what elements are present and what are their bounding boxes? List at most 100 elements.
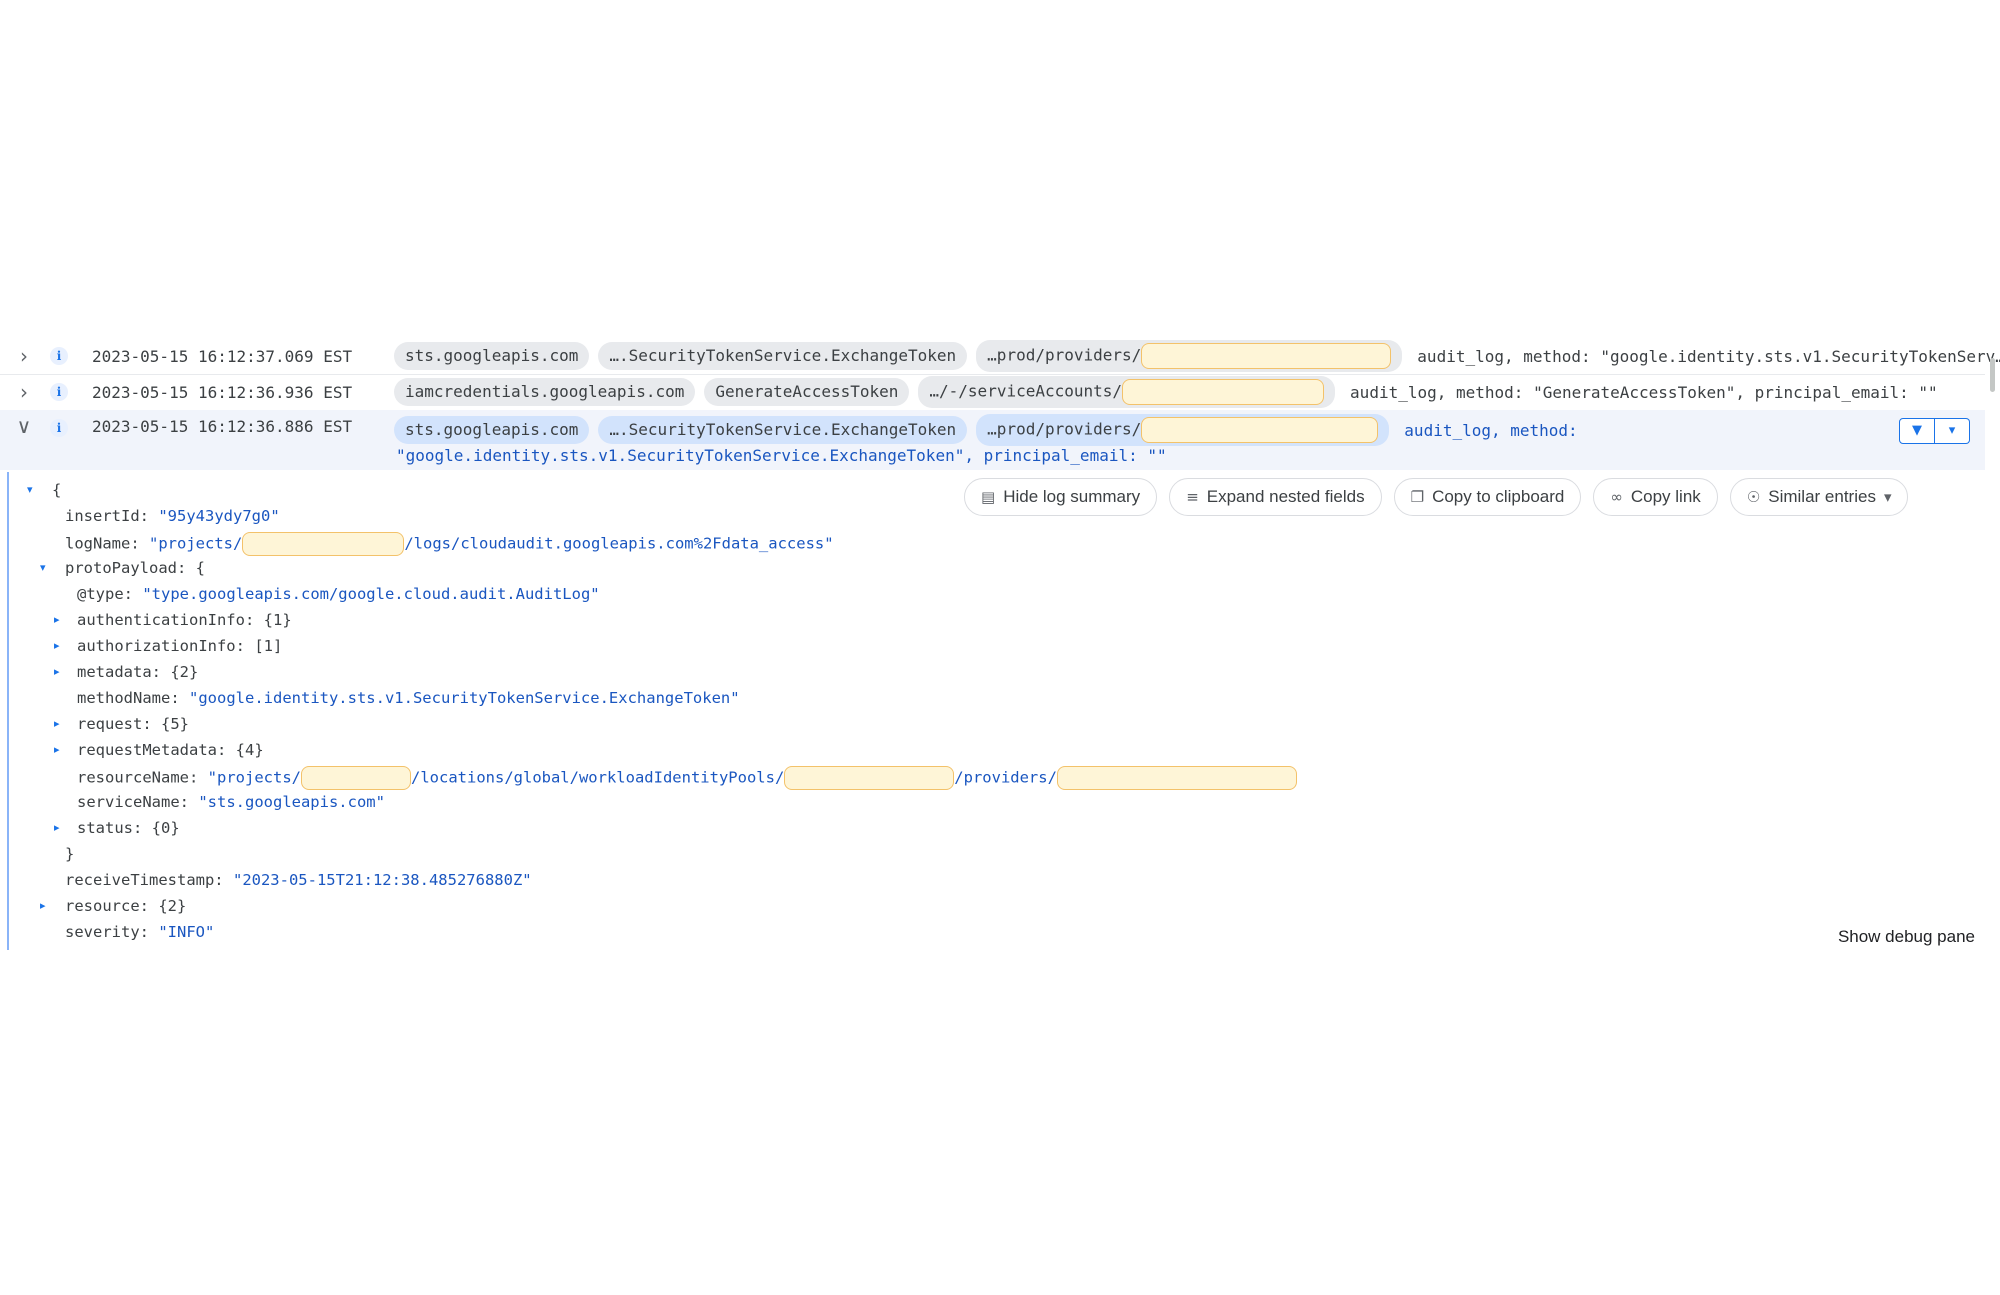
redaction-box [1122,379,1325,405]
expand-toggle-icon[interactable]: ▸ [54,714,60,734]
redaction-box [242,532,405,556]
collapse-toggle-icon[interactable]: ▾ [27,480,33,500]
json-field-authorizationInfo[interactable]: authorizationInfo: [1] [77,636,282,656]
log-entry-detail: ▤ Hide log summary ≡ Expand nested field… [0,472,1985,950]
json-value: "projects/ [207,768,301,787]
summary-icon: ▤ [981,488,996,506]
service-chip[interactable]: iamcredentials.googleapis.com [394,378,696,406]
method-chip[interactable]: GenerateAccessToken [704,378,910,406]
expand-toggle-icon[interactable]: ▸ [40,896,46,916]
log-summary-text: audit_log, method: "google.identity.sts.… [1417,346,2000,366]
json-field-receiveTimestamp: receiveTimestamp: "2023-05-15T21:12:38.4… [65,870,532,890]
json-key: status: [77,819,143,837]
json-key: severity: [65,923,149,941]
redaction-box [301,766,411,790]
log-timestamp: 2023-05-15 16:12:36.886 EST [92,417,353,436]
json-value: "sts.googleapis.com" [198,793,385,811]
json-field-severity: severity: "INFO" [65,922,214,942]
json-value: "95y43ydy7g0" [158,507,280,525]
json-key: authenticationInfo: [77,611,255,629]
log-summary-text: audit_log, method: "GenerateAccessToken"… [1350,382,1938,402]
json-field-resource[interactable]: resource: {2} [65,896,186,916]
redaction-box [1141,343,1392,369]
resource-chip[interactable]: …prod/providers/ [976,414,1390,446]
expand-nested-fields-button[interactable]: ≡ Expand nested fields [1169,478,1382,516]
json-key: @type: [77,585,133,603]
info-icon: i [50,419,68,437]
log-entry-row-expanded[interactable]: ∨ i 2023-05-15 16:12:36.886 EST sts.goog… [0,410,1985,470]
json-count: {1} [263,611,292,629]
json-field-requestMetadata[interactable]: requestMetadata: {4} [77,740,264,760]
log-timestamp: 2023-05-15 16:12:37.069 EST [92,346,353,366]
detail-toolbar: ▤ Hide log summary ≡ Expand nested field… [964,478,1909,516]
service-chip[interactable]: sts.googleapis.com [394,416,590,444]
hide-log-summary-button[interactable]: ▤ Hide log summary [964,478,1158,516]
summary-chips: iamcredentials.googleapis.com GenerateAc… [394,376,1938,408]
resource-chip[interactable]: …/-/serviceAccounts/ [918,376,1336,408]
show-debug-pane-link[interactable]: Show debug pane [1838,927,1975,947]
log-entry-row[interactable]: › i 2023-05-15 16:12:36.936 EST iamcrede… [0,374,1985,410]
json-key: receiveTimestamp: [65,871,224,889]
log-entry-row[interactable]: › i 2023-05-15 16:12:37.069 EST sts.goog… [0,338,2000,374]
method-chip[interactable]: ….SecurityTokenService.ExchangeToken [598,342,968,370]
json-field-resourceName: resourceName: "projects/ /locations/globa… [77,766,1297,790]
json-count: {5} [161,715,189,733]
json-field-type: @type: "type.googleapis.com/google.cloud… [77,584,600,604]
chevron-down-icon: ▾ [1883,488,1892,506]
json-key: metadata: [77,663,161,681]
json-key: request: [77,715,152,733]
row-actions: ▼ ▾ [1899,418,1970,444]
redaction-box [1141,417,1379,443]
json-key: logName: [65,534,140,553]
json-field-logName: logName: "projects/ /logs/cloudaudit.goog… [65,532,834,556]
json-value: "type.googleapis.com/google.cloud.audit.… [142,585,600,603]
copy-link-button[interactable]: ∞ Copy link [1593,478,1718,516]
json-key: serviceName: [77,793,189,811]
resource-chip[interactable]: …prod/providers/ [976,340,1403,372]
json-field-status[interactable]: status: {0} [77,818,180,838]
json-key: authorizationInfo: [77,637,245,655]
similar-entries-label: Similar entries [1768,487,1876,506]
json-key: requestMetadata: [77,741,227,759]
link-icon: ∞ [1610,488,1623,506]
copy-icon: ❐ [1410,488,1425,506]
expand-toggle-icon[interactable]: ▸ [54,662,60,682]
similar-entries-button[interactable]: ☉ Similar entries ▾ [1729,478,1909,516]
resource-chip-label: …/-/serviceAccounts/ [929,381,1123,401]
service-chip[interactable]: sts.googleapis.com [394,342,590,370]
json-count: {2} [158,897,187,915]
json-field-metadata[interactable]: metadata: {2} [77,662,198,682]
json-field-serviceName: serviceName: "sts.googleapis.com" [77,792,385,812]
chevron-right-icon[interactable]: › [14,344,34,368]
json-field-insertId: insertId: "95y43ydy7g0" [65,506,280,526]
chevron-right-icon[interactable]: › [14,380,34,404]
chevron-down-icon[interactable]: ∨ [14,414,34,438]
resource-chip-label: …prod/providers/ [987,419,1142,439]
expand-toggle-icon[interactable]: ▸ [54,818,60,838]
log-timestamp: 2023-05-15 16:12:36.936 EST [92,382,353,402]
expand-toggle-icon[interactable]: ▸ [54,740,60,760]
log-summary-text-continued: "google.identity.sts.v1.SecurityTokenSer… [396,446,1167,465]
hide-log-summary-label: Hide log summary [1003,487,1141,506]
log-entries-panel: › i 2023-05-15 16:12:37.069 EST sts.goog… [0,338,2000,950]
json-key: methodName: [77,689,180,707]
expand-list-icon: ≡ [1186,488,1199,506]
collapse-toggle-icon[interactable]: ▾ [40,558,46,578]
expand-toggle-icon[interactable]: ▸ [54,636,60,656]
expanded-indicator-line [7,472,9,950]
expand-toggle-icon[interactable]: ▸ [54,610,60,630]
json-count: {2} [170,663,199,681]
dropdown-icon[interactable]: ▾ [1935,418,1970,444]
json-field-authenticationInfo[interactable]: authenticationInfo: {1} [77,610,292,630]
method-chip[interactable]: ….SecurityTokenService.ExchangeToken [598,416,968,444]
json-field-methodName: methodName: "google.identity.sts.v1.Secu… [77,688,740,708]
scrollbar-thumb[interactable] [1990,358,1995,392]
redaction-box [784,766,955,790]
copy-to-clipboard-button[interactable]: ❐ Copy to clipboard [1393,478,1582,516]
pin-icon[interactable]: ▼ [1899,418,1935,444]
expand-nested-fields-label: Expand nested fields [1206,487,1365,506]
json-key: resource: [65,897,149,915]
json-field-request[interactable]: request: {5} [77,714,189,734]
json-value: "2023-05-15T21:12:38.485276880Z" [232,871,532,889]
summary-chips: sts.googleapis.com ….SecurityTokenServic… [394,340,2000,372]
